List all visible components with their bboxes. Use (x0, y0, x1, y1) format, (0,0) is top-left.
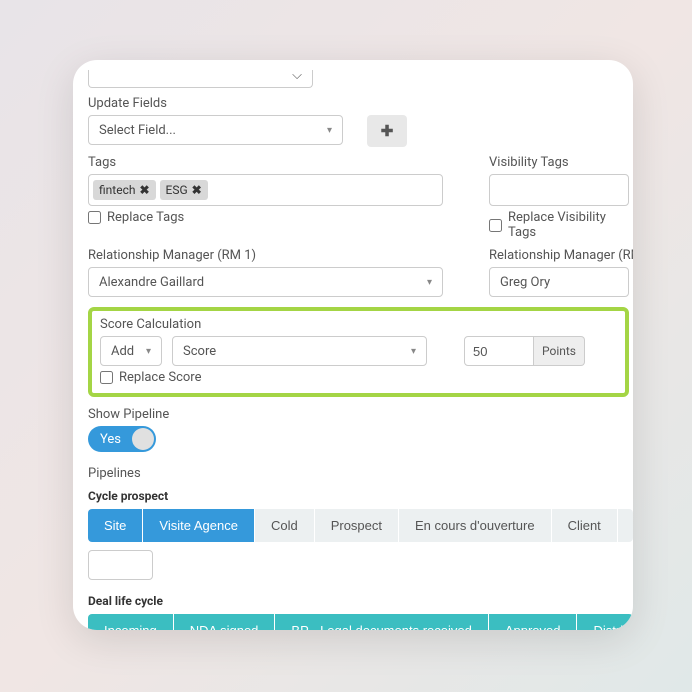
select-field-dropdown[interactable]: Select Field... ▾ (88, 115, 343, 145)
replace-tags-checkbox[interactable] (88, 211, 101, 224)
top-select[interactable]: ⌵ (88, 70, 313, 88)
visibility-tags-label: Visibility Tags (489, 155, 633, 170)
replace-visibility-tags-row[interactable]: Replace Visibility Tags (489, 210, 633, 240)
chevron-down-icon: ▾ (411, 346, 416, 357)
settings-card: ⌵ Update Fields Select Field... ▾ ✚ Tags… (73, 60, 633, 630)
replace-score-row[interactable]: Replace Score (100, 370, 617, 385)
visibility-tags-input[interactable] (489, 174, 629, 206)
update-fields-label: Update Fields (88, 96, 633, 111)
remove-tag-icon[interactable]: ✖ (139, 183, 149, 197)
pipelines-label: Pipelines (88, 466, 633, 481)
pill-approved[interactable]: Approved (489, 614, 578, 630)
pill-bp-legal[interactable]: BP - Legal documents received (275, 614, 488, 630)
score-calculation-section: Score Calculation Add ▾ Score ▾ Points R… (88, 307, 629, 397)
pill-site[interactable]: Site (88, 509, 143, 542)
replace-visibility-tags-checkbox[interactable] (489, 219, 502, 232)
tags-input[interactable]: fintech ✖ ESG ✖ (88, 174, 443, 206)
select-field-placeholder: Select Field... (99, 123, 176, 138)
pill-nda-signed[interactable]: NDA signed (174, 614, 276, 630)
replace-tags-checkbox-row[interactable]: Replace Tags (88, 210, 443, 225)
rm2-select[interactable]: Greg Ory (489, 267, 629, 297)
toggle-knob (132, 428, 154, 450)
cycle-prospect-extra-input[interactable] (88, 550, 153, 580)
chevron-down-icon: ▾ (427, 277, 432, 288)
chevron-down-icon: ⌵ (292, 68, 302, 83)
cycle-prospect-pills: Site Visite Agence Cold Prospect En cour… (88, 509, 633, 542)
pill-distribution[interactable]: Distribution completed (577, 614, 633, 630)
deal-life-cycle-pills: Incoming NDA signed BP - Legal documents… (88, 614, 633, 630)
rm2-label: Relationship Manager (RM 2) (489, 248, 633, 263)
score-op-select[interactable]: Add ▾ (100, 336, 162, 366)
pill-en-cours[interactable]: En cours d'ouverture (399, 509, 552, 542)
chevron-down-icon: ▾ (146, 346, 151, 357)
show-pipeline-label: Show Pipeline (88, 407, 633, 422)
plus-icon: ✚ (381, 122, 394, 140)
chevron-down-icon: ▾ (327, 125, 332, 136)
tag-esg[interactable]: ESG ✖ (160, 180, 208, 200)
cycle-prospect-title: Cycle prospect (88, 489, 633, 503)
pill-client[interactable]: Client (552, 509, 618, 542)
score-type-select[interactable]: Score ▾ (172, 336, 427, 366)
pill-prospect[interactable]: Prospect (315, 509, 399, 542)
points-unit-label: Points (534, 336, 585, 366)
tag-fintech[interactable]: fintech ✖ (93, 180, 156, 200)
tags-label: Tags (88, 155, 443, 170)
add-field-button[interactable]: ✚ (367, 115, 407, 147)
pill-visite-agence[interactable]: Visite Agence (143, 509, 255, 542)
pill-pas-interet[interactable]: Pas d'intérêt (618, 509, 633, 542)
score-calc-label: Score Calculation (100, 317, 617, 332)
pill-cold[interactable]: Cold (255, 509, 315, 542)
remove-tag-icon[interactable]: ✖ (192, 183, 202, 197)
show-pipeline-toggle[interactable]: Yes (88, 426, 156, 452)
rm1-label: Relationship Manager (RM 1) (88, 248, 443, 263)
pill-incoming[interactable]: Incoming (88, 614, 174, 630)
deal-life-cycle-title: Deal life cycle (88, 594, 633, 608)
replace-score-checkbox[interactable] (100, 371, 113, 384)
score-value-input[interactable] (464, 336, 534, 366)
rm1-select[interactable]: Alexandre Gaillard ▾ (88, 267, 443, 297)
